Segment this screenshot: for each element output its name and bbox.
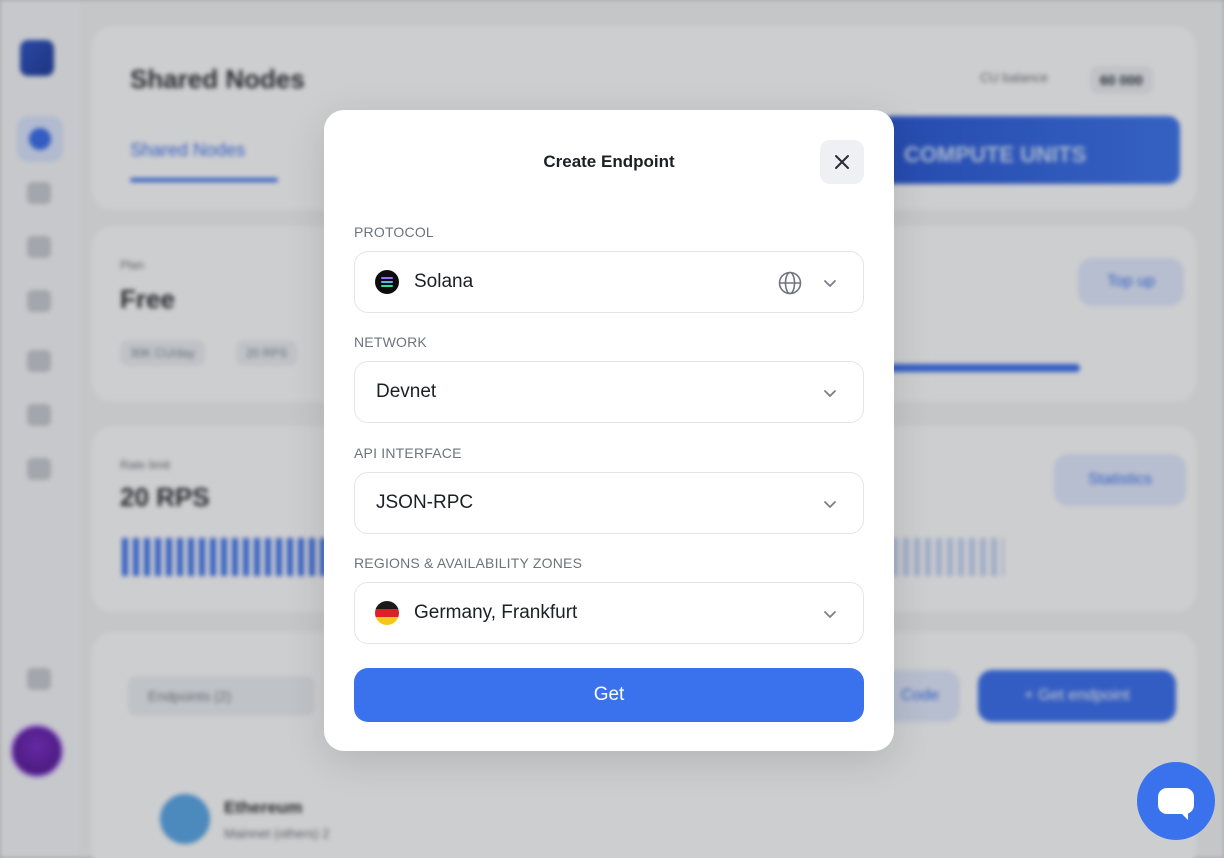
chevron-down-icon <box>824 611 836 618</box>
api-interface-value: JSON-RPC <box>376 492 474 513</box>
region-select[interactable]: Germany, Frankfurt <box>354 582 864 644</box>
close-button[interactable] <box>820 140 864 184</box>
chat-icon <box>1158 788 1194 820</box>
network-value: Devnet <box>376 381 437 402</box>
region-value: Germany, Frankfurt <box>414 602 578 623</box>
chevron-down-icon <box>824 280 836 287</box>
chat-button[interactable] <box>1137 762 1215 840</box>
network-select[interactable]: Devnet <box>354 361 864 423</box>
protocol-select[interactable]: Solana <box>354 251 864 313</box>
chevron-down-icon <box>824 501 836 508</box>
region-label: REGIONS & AVAILABILITY ZONES <box>354 555 583 571</box>
globe-icon[interactable] <box>777 270 803 296</box>
chevron-down-icon <box>824 390 836 397</box>
solana-logo-icon <box>375 270 399 294</box>
protocol-value: Solana <box>414 271 474 292</box>
dialog-title: Create Endpoint <box>543 152 675 171</box>
close-icon <box>835 155 849 169</box>
protocol-label: PROTOCOL <box>354 224 434 240</box>
get-button[interactable]: Get <box>354 668 864 722</box>
germany-flag-icon <box>375 601 399 625</box>
create-endpoint-dialog: Create Endpoint PROTOCOL Solana NETWORK … <box>324 110 894 751</box>
api-interface-select[interactable]: JSON-RPC <box>354 472 864 534</box>
network-label: NETWORK <box>354 334 427 350</box>
api-interface-label: API INTERFACE <box>354 445 462 461</box>
